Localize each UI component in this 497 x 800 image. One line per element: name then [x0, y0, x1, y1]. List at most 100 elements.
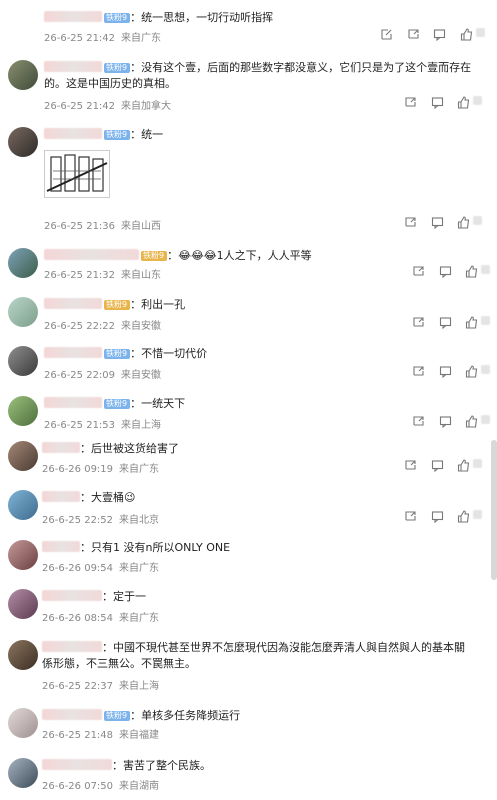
comment-source: 来自北京: [119, 515, 160, 526]
comment-line: 铁粉9 ：利出一孔: [44, 297, 185, 312]
comment-date: 26-6-25 22:22: [44, 321, 116, 332]
username[interactable]: [42, 491, 80, 502]
share-icon[interactable]: [407, 28, 420, 41]
comment-icon[interactable]: [431, 459, 444, 472]
username[interactable]: [42, 541, 80, 552]
username[interactable]: [44, 61, 102, 72]
fan-badge: 铁粉9: [104, 399, 131, 409]
comment-line: ：中國不現代甚至世界不怎麼現代因為沒能怎麼弄清人與自然與人的基本關係形態，不三無…: [42, 641, 465, 670]
comment-line: ：定于一: [42, 589, 146, 604]
comment-source: 来自广东: [119, 464, 160, 475]
username[interactable]: [44, 249, 139, 260]
avatar[interactable]: [8, 490, 38, 520]
username[interactable]: [44, 347, 102, 358]
avatar[interactable]: [8, 589, 38, 619]
comment-actions: [380, 28, 485, 42]
comment-icon[interactable]: [439, 316, 452, 329]
comment-icon[interactable]: [439, 415, 452, 428]
edit-icon[interactable]: [380, 28, 393, 41]
comment-icon[interactable]: [433, 28, 446, 41]
comment-line: ：后世被这货给害了: [42, 441, 179, 456]
comment-text: 😂😂😂1人之下，人人平等: [178, 249, 312, 262]
comment-line: ：害苦了整个民族。: [42, 758, 211, 773]
like-icon[interactable]: [465, 415, 478, 428]
like-icon[interactable]: [457, 459, 470, 472]
comment-icon[interactable]: [439, 365, 452, 378]
comment-line: 铁粉9 ：单核多任务降频运行: [42, 708, 240, 723]
fan-badge: 铁粉9: [141, 251, 168, 261]
comment-line: ：只有1 没有n所以ONLY ONE: [42, 540, 230, 555]
username[interactable]: [42, 442, 80, 453]
comment-source: 来自加拿大: [121, 101, 172, 112]
comment-image[interactable]: [44, 150, 110, 198]
avatar[interactable]: [8, 640, 38, 670]
avatar[interactable]: [8, 127, 38, 157]
like-icon[interactable]: [457, 96, 470, 109]
comment-meta: 26-6-26 07:50 来自湖南: [42, 777, 159, 792]
comment-icon[interactable]: [431, 510, 444, 523]
avatar[interactable]: [8, 248, 38, 278]
username[interactable]: [44, 397, 102, 408]
comment-actions: [404, 510, 482, 524]
username[interactable]: [42, 759, 112, 770]
like-icon[interactable]: [457, 216, 470, 229]
avatar[interactable]: [8, 60, 38, 90]
like-icon[interactable]: [465, 316, 478, 329]
avatar[interactable]: [8, 758, 38, 788]
share-icon[interactable]: [404, 510, 417, 523]
share-icon[interactable]: [412, 365, 425, 378]
avatar[interactable]: [8, 297, 38, 327]
comment-date: 26-6-26 09:54: [42, 563, 114, 574]
avatar[interactable]: [8, 540, 38, 570]
username[interactable]: [44, 11, 102, 22]
share-icon[interactable]: [404, 459, 417, 472]
comment-source: 来自安徽: [121, 370, 162, 381]
like-icon[interactable]: [457, 510, 470, 523]
username[interactable]: [42, 641, 102, 652]
username[interactable]: [44, 128, 102, 139]
scrollbar[interactable]: [491, 440, 497, 580]
fan-badge: 铁粉9: [104, 711, 131, 721]
username[interactable]: [42, 590, 102, 601]
comment-meta: 26-6-26 09:19 来自广东: [42, 460, 159, 475]
comment-actions: [412, 316, 490, 330]
comment-actions: [404, 96, 482, 110]
comment-text: 定于一: [113, 590, 146, 603]
share-icon[interactable]: [412, 265, 425, 278]
comment-source: 来自福建: [119, 730, 160, 741]
comment-icon[interactable]: [439, 265, 452, 278]
share-icon[interactable]: [412, 415, 425, 428]
like-icon[interactable]: [465, 365, 478, 378]
comment-meta: 26-6-25 21:32 来自山东: [44, 266, 161, 281]
fan-badge: 铁粉9: [104, 349, 131, 359]
comment-meta: 26-6-25 21:48 来自福建: [42, 726, 159, 741]
share-icon[interactable]: [404, 216, 417, 229]
fan-badge: 铁粉9: [104, 130, 131, 140]
comment-line: ：大壹桶😉: [42, 490, 135, 505]
username[interactable]: [44, 298, 102, 309]
username[interactable]: [42, 709, 102, 720]
avatar[interactable]: [8, 441, 38, 471]
comment-meta: 26-6-25 21:42 来自加拿大: [44, 97, 171, 112]
avatar[interactable]: [8, 396, 38, 426]
avatar[interactable]: [8, 708, 38, 738]
avatar[interactable]: [8, 346, 38, 376]
comment-actions: [412, 415, 490, 429]
comment-source: 来自山西: [121, 221, 162, 232]
comment-date: 26-6-25 21:32: [44, 270, 116, 281]
share-icon[interactable]: [404, 96, 417, 109]
comment-source: 来自湖南: [119, 781, 160, 792]
like-icon[interactable]: [460, 28, 473, 41]
comment-date: 26-6-25 22:09: [44, 370, 116, 381]
like-icon[interactable]: [465, 265, 478, 278]
comment-text: 一统天下: [141, 397, 186, 410]
comment-meta: 26-6-25 22:52 来自北京: [42, 511, 159, 526]
comment-meta: 26-6-25 22:22 来自安徽: [44, 317, 161, 332]
comment-icon[interactable]: [431, 96, 444, 109]
share-icon[interactable]: [412, 316, 425, 329]
comment-line: 铁粉9 ：没有这个壹，后面的那些数字都没意义，它们只是为了这个壹而存在的。这是中国…: [44, 61, 472, 90]
comment-text: 不惜一切代价: [141, 347, 208, 360]
comment-date: 26-6-25 22:37: [42, 681, 114, 692]
comment-icon[interactable]: [431, 216, 444, 229]
comment-text: 利出一孔: [141, 298, 186, 311]
